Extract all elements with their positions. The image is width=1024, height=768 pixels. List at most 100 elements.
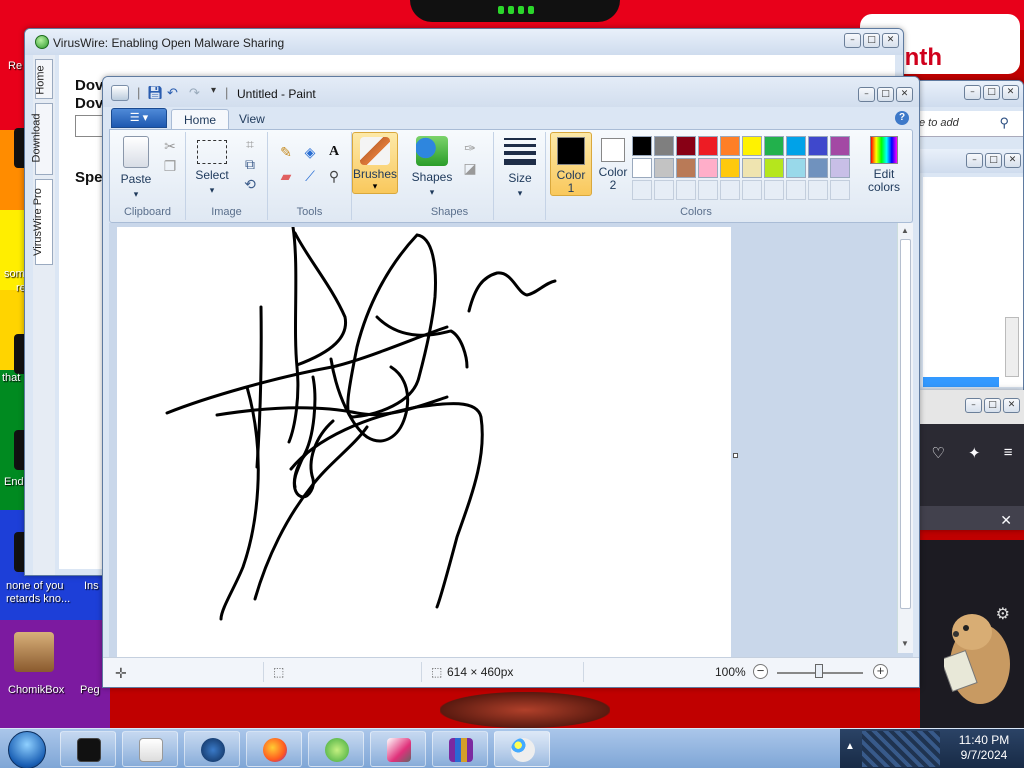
close-button[interactable]: ✕ [896,87,913,102]
palette-swatch[interactable] [764,158,784,178]
maximize-button[interactable]: □ [863,33,880,48]
desktop-icon-label[interactable]: Peg [80,684,104,697]
vertical-scrollbar[interactable]: ▲ ▼ [897,223,913,653]
palette-swatch[interactable] [676,136,696,156]
palette-swatch[interactable] [830,180,850,200]
zoom-in-button[interactable]: + [873,664,888,679]
maximize-button[interactable]: □ [984,398,1001,413]
palette-swatch[interactable] [720,180,740,200]
color-picker-icon[interactable]: ⟋ [300,166,320,186]
crop-icon[interactable]: ⌗ [240,134,260,154]
inner-titlebar[interactable]: – □ ✕ [905,149,1023,173]
paint-menu-button[interactable]: ☰ ▾ [111,108,167,128]
close-button[interactable]: ✕ [1004,153,1021,168]
palette-swatch[interactable] [698,180,718,200]
canvas-resize-handle[interactable] [733,453,738,458]
zoom-out-button[interactable]: − [753,664,768,679]
maximize-button[interactable]: □ [877,87,894,102]
magnifier-icon[interactable]: ⚲ [324,166,344,186]
fill-icon[interactable]: ◈ [300,142,320,162]
clock[interactable]: 11:40 PM 9/7/2024 [946,733,1022,763]
palette-swatch[interactable] [742,158,762,178]
minimize-button[interactable]: – [844,33,861,48]
palette-swatch[interactable] [720,158,740,178]
palette-swatch[interactable] [808,136,828,156]
rotate-icon[interactable]: ⟲ [240,174,260,194]
resize-icon[interactable]: ⧉ [240,154,260,174]
background-window[interactable]: – □ ✕ e to add ⚲ – □ ✕ [904,80,1024,400]
tab-home[interactable]: Home [35,59,53,99]
copy-icon[interactable]: ❐ [160,156,180,176]
window-titlebar[interactable]: – □ ✕ [905,81,1023,107]
palette-swatch[interactable] [786,136,806,156]
tab-view[interactable]: View [227,109,277,129]
color2-button[interactable]: Color 2 [592,132,634,196]
palette-swatch[interactable] [830,136,850,156]
palette-swatch[interactable] [742,180,762,200]
close-icon[interactable]: ✕ [1000,512,1012,529]
palette-swatch[interactable] [786,180,806,200]
help-icon[interactable]: ? [895,111,909,125]
close-button[interactable]: ✕ [882,33,899,48]
tab-download[interactable]: Download [30,103,53,175]
palette-swatch[interactable] [632,180,652,200]
minimize-button[interactable]: – [858,87,875,102]
minimize-button[interactable]: – [965,398,982,413]
desktop-icon-label[interactable]: Ins [84,580,104,593]
palette-swatch[interactable] [654,136,674,156]
scrollbar[interactable] [1005,317,1019,377]
palette-swatch[interactable] [698,136,718,156]
taskbar-item[interactable] [60,731,116,767]
close-button[interactable]: ✕ [1003,398,1020,413]
size-button[interactable]: Size ▾ [500,136,540,199]
paint-titlebar[interactable]: | 💾︎ ↶ ↷ ▾ | Untitled - Paint – □ ✕ [103,77,919,107]
taskbar-item[interactable] [122,731,178,767]
taskbar-item[interactable] [184,731,240,767]
scroll-down-icon[interactable]: ▼ [901,639,909,648]
shapes-button[interactable]: Shapes ▾ [410,136,454,198]
cut-icon[interactable]: ✂ [160,136,180,156]
palette-swatch[interactable] [764,180,784,200]
outline-icon[interactable]: ✑ [460,138,480,158]
palette-swatch[interactable] [676,180,696,200]
palette-swatch[interactable] [764,136,784,156]
select-button[interactable]: Select ▾ [192,136,232,196]
minimize-button[interactable]: – [966,153,983,168]
palette-swatch[interactable] [632,158,652,178]
firefox-window[interactable]: – □ ✕ ♡ ✦ ≡ ✕ [920,390,1024,530]
show-hidden-icons-icon[interactable]: ▲ [842,741,858,757]
color1-button[interactable]: Color 1 [550,132,592,196]
text-icon[interactable]: A [324,142,344,162]
paint-app-icon[interactable] [111,85,129,101]
save-icon[interactable]: 💾︎ [147,85,164,101]
taskbar-item[interactable] [432,731,488,767]
drawing-canvas[interactable] [117,225,731,657]
scroll-up-icon[interactable]: ▲ [901,226,909,235]
desktop-icon-label[interactable]: none of you retards kno... [6,580,86,606]
taskbar-item[interactable] [308,731,364,767]
start-button[interactable] [2,729,52,768]
desktop-icon-label[interactable]: ChomikBox [8,684,88,697]
viruswire-titlebar[interactable]: VirusWire: Enabling Open Malware Sharing… [25,29,903,55]
extensions-icon[interactable]: ✦ [968,444,981,462]
palette-swatch[interactable] [654,158,674,178]
paste-button[interactable]: Paste ▾ [116,136,156,200]
palette-swatch[interactable] [654,180,674,200]
customize-quick-access-icon[interactable]: ▾ [211,85,216,96]
search-icon[interactable]: ⚲ [999,115,1009,131]
zoom-slider-thumb[interactable] [815,664,823,678]
palette-swatch[interactable] [808,158,828,178]
minimize-button[interactable]: – [964,85,981,100]
content-input[interactable] [75,115,105,137]
taskbar-item-paint[interactable] [494,731,550,767]
scroll-thumb[interactable] [900,239,911,609]
taskbar-item[interactable] [246,731,302,767]
tab-home[interactable]: Home [171,109,230,129]
palette-swatch[interactable] [632,136,652,156]
undo-icon[interactable]: ↶ [167,85,178,101]
taskbar-item[interactable] [370,731,426,767]
maximize-button[interactable]: □ [983,85,1000,100]
palette-swatch[interactable] [698,158,718,178]
palette-swatch[interactable] [830,158,850,178]
palette-swatch[interactable] [676,158,696,178]
